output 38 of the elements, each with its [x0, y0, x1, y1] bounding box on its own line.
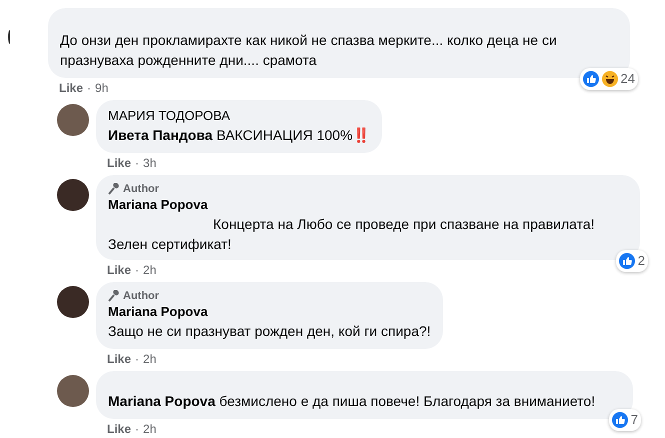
comment-time[interactable]: 2h: [143, 351, 156, 367]
microphone-icon: [108, 290, 120, 302]
like-link[interactable]: Like: [107, 421, 132, 437]
reaction-count[interactable]: 24: [580, 68, 638, 90]
comment-time[interactable]: 2h: [143, 421, 156, 437]
reaction-number: 7: [630, 411, 638, 429]
commenter-name[interactable]: Mariana Popova: [108, 303, 431, 321]
commenter-name[interactable]: МАРИЯ ТОДОРОВА: [108, 107, 370, 125]
avatar[interactable]: [57, 286, 89, 318]
comment-time[interactable]: 3h: [143, 155, 156, 171]
like-link[interactable]: Like: [107, 262, 132, 278]
like-link[interactable]: Like: [59, 80, 84, 96]
microphone-icon: [108, 183, 120, 195]
comment-text: Концерта на Любо се проведе при спазване на правилата! Зелен сертификат!: [108, 215, 596, 254]
avatar-edge: [8, 30, 12, 44]
reaction-count[interactable]: 2: [616, 250, 648, 272]
comment-text: Ивета Пандова ВАКСИНАЦИЯ 100%‼: [108, 126, 370, 145]
avatar[interactable]: [57, 104, 89, 136]
reaction-count[interactable]: 7: [608, 409, 641, 431]
avatar[interactable]: [57, 179, 89, 211]
comment-text: До онзи ден прокламирахте как никой не спазва мерките... колко деца не си празнуваха рожденните дни.... срамота: [60, 31, 558, 70]
comment-time[interactable]: 2h: [143, 262, 156, 278]
reaction-number: 2: [638, 252, 645, 270]
comment-text: Mariana Popova безмислено е да пиша повече! Благодаря за вниманието!: [108, 392, 596, 411]
like-link[interactable]: Like: [107, 351, 132, 367]
like-link[interactable]: Like: [107, 155, 132, 171]
separator-dot: ·: [135, 351, 140, 367]
reaction-number: 24: [620, 70, 635, 88]
separator-dot: ·: [135, 421, 140, 437]
comment-time[interactable]: 9h: [95, 80, 108, 96]
separator-dot: ·: [135, 262, 140, 278]
separator-dot: ·: [135, 155, 140, 171]
author-label: Author: [123, 289, 160, 303]
separator-dot: ·: [87, 80, 92, 96]
author-label: Author: [123, 182, 160, 196]
comment-text: Защо не си празнуват рожден ден, кой ги спира?!: [108, 322, 431, 341]
commenter-name[interactable]: Mariana Popova: [108, 196, 628, 214]
avatar[interactable]: [57, 375, 89, 407]
